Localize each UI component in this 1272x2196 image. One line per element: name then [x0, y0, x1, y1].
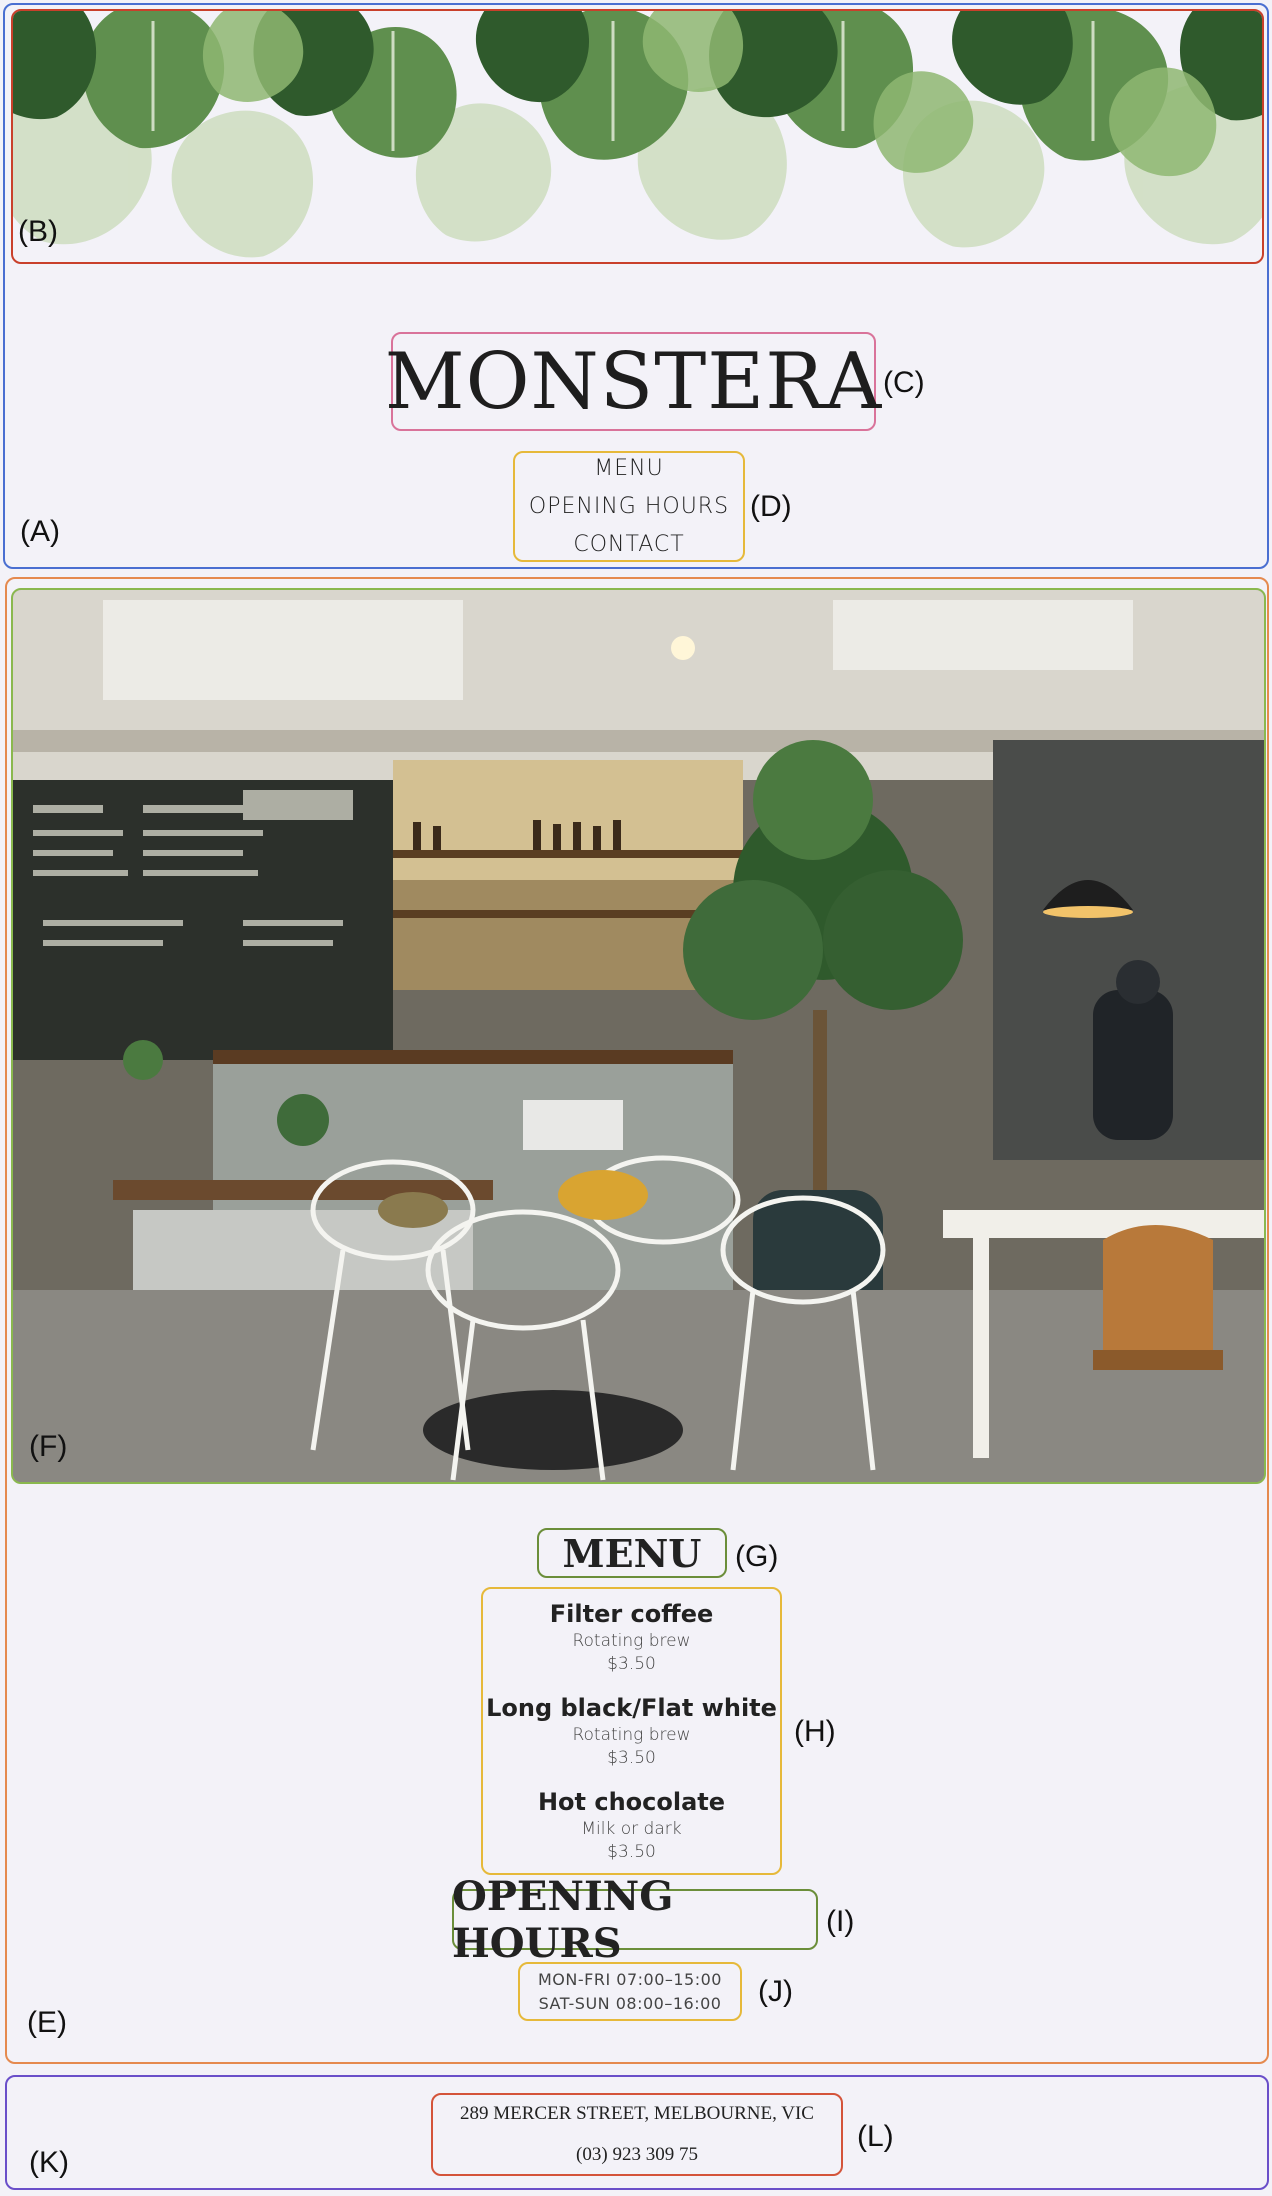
menu-list: Filter coffee Rotating brew $3.50 Long b… [481, 1590, 782, 1872]
menu-item-name: Filter coffee [549, 1600, 714, 1628]
opening-hours-list: MON-FRI 07:00–15:00 SAT-SUN 08:00–16:00 [518, 1962, 742, 2021]
cafe-interior-photo [11, 588, 1266, 1484]
annotation-label-e: (E) [27, 2006, 67, 2039]
menu-item: Hot chocolate Milk or dark $3.50 [538, 1786, 725, 1864]
menu-item-name: Long black/Flat white [486, 1694, 777, 1722]
annotation-label-k: (K) [29, 2146, 69, 2179]
main-nav: MENU OPENING HOURS CONTACT [513, 451, 745, 562]
hours-weekdays: MON-FRI 07:00–15:00 [538, 1969, 722, 1989]
annotation-label-a: (A) [20, 515, 60, 548]
menu-item-description: Milk or dark [581, 1819, 682, 1839]
phone-text[interactable]: (03) 923 309 75 [576, 2144, 698, 2166]
leaves-banner [11, 9, 1264, 264]
nav-link-menu[interactable]: MENU [594, 450, 663, 488]
cafe-interior-illustration [13, 590, 1264, 1482]
menu-item-description: Rotating brew [572, 1725, 691, 1745]
menu-item-price: $3.50 [607, 1654, 656, 1674]
menu-item: Long black/Flat white Rotating brew $3.5… [486, 1692, 777, 1770]
nav-link-opening-hours[interactable]: OPENING HOURS [529, 488, 729, 526]
opening-hours-heading: OPENING HOURS [452, 1872, 674, 1967]
annotation-label-l: (L) [857, 2120, 894, 2153]
monstera-leaves-illustration [13, 11, 1262, 262]
nav-link-contact[interactable]: CONTACT [573, 526, 684, 564]
menu-item: Filter coffee Rotating brew $3.50 [550, 1598, 714, 1676]
annotation-label-c: (C) [883, 366, 925, 399]
menu-item-description: Rotating brew [572, 1631, 691, 1651]
site-title: MONSTERA [384, 336, 883, 427]
menu-item-name: Hot chocolate [537, 1788, 726, 1816]
menu-heading: MENU [562, 1530, 702, 1576]
annotation-label-g: (G) [735, 1540, 779, 1573]
annotation-label-h: (H) [794, 1715, 836, 1748]
annotation-label-i: (I) [826, 1905, 855, 1938]
hours-weekend: SAT-SUN 08:00–16:00 [538, 1993, 722, 2013]
annotation-label-j: (J) [758, 1975, 793, 2008]
annotation-label-d: (D) [750, 490, 792, 523]
menu-item-price: $3.50 [607, 1842, 656, 1862]
contact-info: 289 MERCER STREET, MELBOURNE, VIC (03) 9… [431, 2093, 843, 2176]
address-text: 289 MERCER STREET, MELBOURNE, VIC [460, 2102, 814, 2124]
menu-item-price: $3.50 [607, 1748, 656, 1768]
annotation-label-b: (B) [18, 215, 58, 248]
annotation-label-f: (F) [29, 1430, 68, 1463]
